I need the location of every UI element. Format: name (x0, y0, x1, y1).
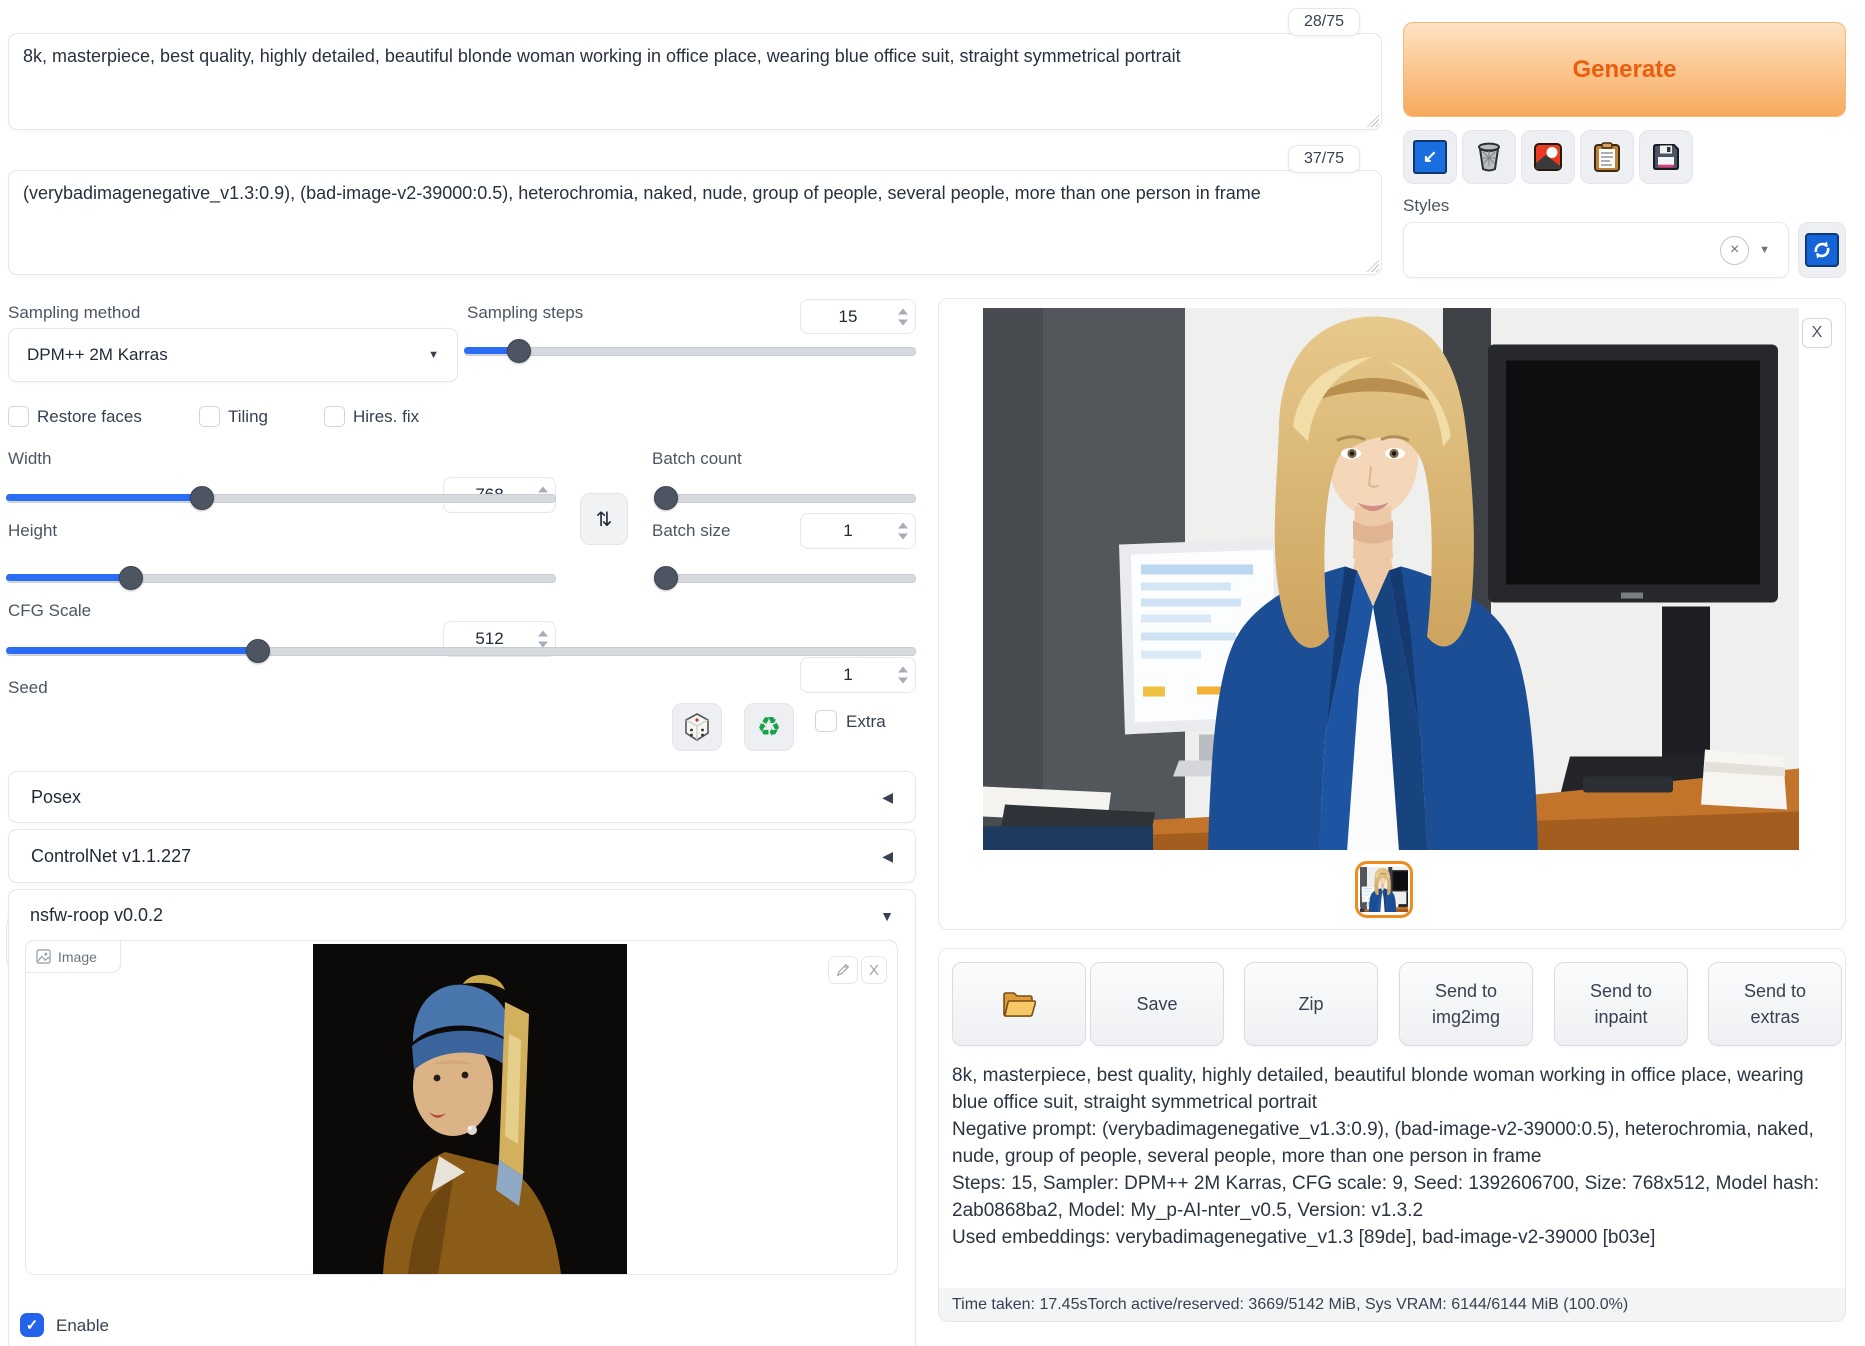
gallery-thumbnail-image (1360, 867, 1408, 912)
close-gallery-button[interactable]: X (1802, 318, 1832, 348)
pencil-icon (836, 963, 850, 977)
accordion-controlnet[interactable]: ControlNet v1.1.227 ◀ (8, 829, 916, 883)
hires-fix-checkbox[interactable] (324, 406, 345, 427)
stepper-arrows[interactable] (898, 523, 908, 540)
height-label: Height (8, 521, 57, 541)
stepper-arrows[interactable] (898, 667, 908, 684)
chevron-down-icon[interactable]: ▼ (1759, 244, 1770, 256)
send-to-inpaint-button[interactable]: Send to inpaint (1554, 962, 1688, 1046)
recycle-icon: ♻ (757, 714, 781, 741)
folder-icon (1002, 990, 1036, 1018)
roop-enable-label[interactable]: Enable (56, 1316, 109, 1336)
arrow-down-left-icon: ↙ (1413, 140, 1447, 174)
refresh-icon (1805, 233, 1839, 267)
send-to-img2img-button[interactable]: Send to img2img (1399, 962, 1533, 1046)
stepper-arrows[interactable] (898, 308, 908, 325)
styles-label: Styles (1403, 196, 1449, 216)
negative-prompt-input[interactable]: (verybadimagenegative_v1.3:0.9), (bad-im… (8, 170, 1382, 275)
image-placeholder-icon (36, 949, 51, 964)
tiling-checkbox[interactable] (199, 406, 220, 427)
height-slider[interactable] (6, 566, 556, 588)
gallery-thumbnail[interactable] (1355, 861, 1413, 918)
floppy-disk-icon (1652, 143, 1680, 171)
roop-reference-image[interactable] (313, 944, 627, 1274)
save-button[interactable]: Save (1090, 962, 1224, 1046)
sampling-method-label: Sampling method (8, 303, 140, 323)
batch-size-value: 1 (843, 665, 852, 685)
batch-count-slider[interactable] (654, 486, 916, 508)
close-icon: X (869, 962, 879, 979)
open-folder-button[interactable] (952, 962, 1086, 1046)
width-slider[interactable] (6, 486, 556, 508)
roop-enable-checkbox[interactable]: ✓ (20, 1313, 44, 1337)
roop-image-tab: Image (25, 940, 121, 973)
txt2img-app: 28/75 8k, masterpiece, best quality, hig… (0, 0, 1865, 1346)
time-taken-bar: Time taken: 17.45sTorch active/reserved:… (939, 1288, 1845, 1321)
accordion-posex[interactable]: Posex ◀ (8, 771, 916, 823)
save-style-button[interactable] (1639, 130, 1693, 184)
batch-size-slider[interactable] (654, 566, 916, 588)
seed-label: Seed (8, 678, 48, 698)
apply-style-button[interactable] (1580, 130, 1634, 184)
sampling-steps-input[interactable]: 15 (800, 299, 916, 334)
random-seed-button[interactable] (672, 703, 722, 751)
clear-styles-icon[interactable]: × (1720, 236, 1749, 265)
clipboard-icon (1594, 142, 1620, 172)
generated-image[interactable] (983, 308, 1799, 850)
extra-networks-button[interactable] (1521, 130, 1575, 184)
generate-button[interactable]: Generate (1403, 22, 1846, 117)
edit-image-button[interactable] (828, 956, 858, 984)
dice-icon (684, 713, 710, 741)
width-label: Width (8, 449, 51, 469)
cfg-scale-label: CFG Scale (8, 601, 91, 621)
tiling-label[interactable]: Tiling (228, 407, 268, 427)
generation-info-text: 8k, masterpiece, best quality, highly de… (952, 1062, 1832, 1251)
accordion-roop[interactable]: nsfw-roop v0.0.2 ▼ (8, 889, 916, 942)
extra-seed-checkbox[interactable] (815, 710, 837, 732)
chevron-left-icon: ◀ (882, 848, 893, 865)
hires-fix-label[interactable]: Hires. fix (353, 407, 419, 427)
sampling-steps-value: 15 (839, 307, 858, 327)
close-icon: X (1812, 324, 1823, 342)
accordion-roop-label: nsfw-roop v0.0.2 (30, 905, 163, 926)
chevron-down-icon: ▼ (880, 908, 894, 924)
time-taken-text: Time taken: 17.45sTorch active/reserved:… (952, 1296, 1628, 1314)
batch-count-value: 1 (843, 521, 852, 541)
swap-arrows-icon: ⇅ (596, 507, 613, 532)
refresh-styles-button[interactable] (1798, 222, 1846, 278)
chevron-down-icon: ▼ (428, 349, 439, 361)
clear-prompt-button[interactable] (1462, 130, 1516, 184)
sampling-method-value: DPM++ 2M Karras (27, 345, 168, 365)
roop-image-tab-label: Image (58, 949, 97, 965)
styles-dropdown[interactable]: × ▼ (1403, 222, 1789, 278)
sampling-steps-label: Sampling steps (467, 303, 583, 323)
restore-faces-checkbox[interactable] (8, 406, 29, 427)
chevron-left-icon: ◀ (882, 789, 893, 806)
swap-dimensions-button[interactable]: ⇅ (580, 493, 628, 545)
send-to-extras-button[interactable]: Send to extras (1708, 962, 1842, 1046)
picture-icon (1534, 143, 1562, 171)
accordion-posex-label: Posex (31, 787, 81, 808)
reuse-seed-button[interactable]: ♻ (744, 703, 794, 751)
clear-image-button[interactable]: X (861, 956, 887, 984)
trash-icon (1475, 142, 1503, 172)
sampling-method-dropdown[interactable]: DPM++ 2M Karras ▼ (8, 328, 458, 382)
negative-token-counter: 37/75 (1288, 145, 1360, 173)
prompt-token-counter: 28/75 (1288, 8, 1360, 36)
batch-size-label: Batch size (652, 521, 730, 541)
cfg-scale-slider[interactable] (6, 639, 916, 661)
paste-generation-params-button[interactable]: ↙ (1403, 130, 1457, 184)
restore-faces-label[interactable]: Restore faces (37, 407, 142, 427)
extra-seed-label[interactable]: Extra (846, 712, 886, 732)
sampling-steps-slider[interactable] (464, 339, 916, 361)
batch-size-input[interactable]: 1 (800, 657, 916, 693)
accordion-controlnet-label: ControlNet v1.1.227 (31, 846, 191, 867)
prompt-input[interactable]: 8k, masterpiece, best quality, highly de… (8, 33, 1382, 130)
zip-button[interactable]: Zip (1244, 962, 1378, 1046)
batch-count-input[interactable]: 1 (800, 513, 916, 549)
batch-count-label: Batch count (652, 449, 742, 469)
